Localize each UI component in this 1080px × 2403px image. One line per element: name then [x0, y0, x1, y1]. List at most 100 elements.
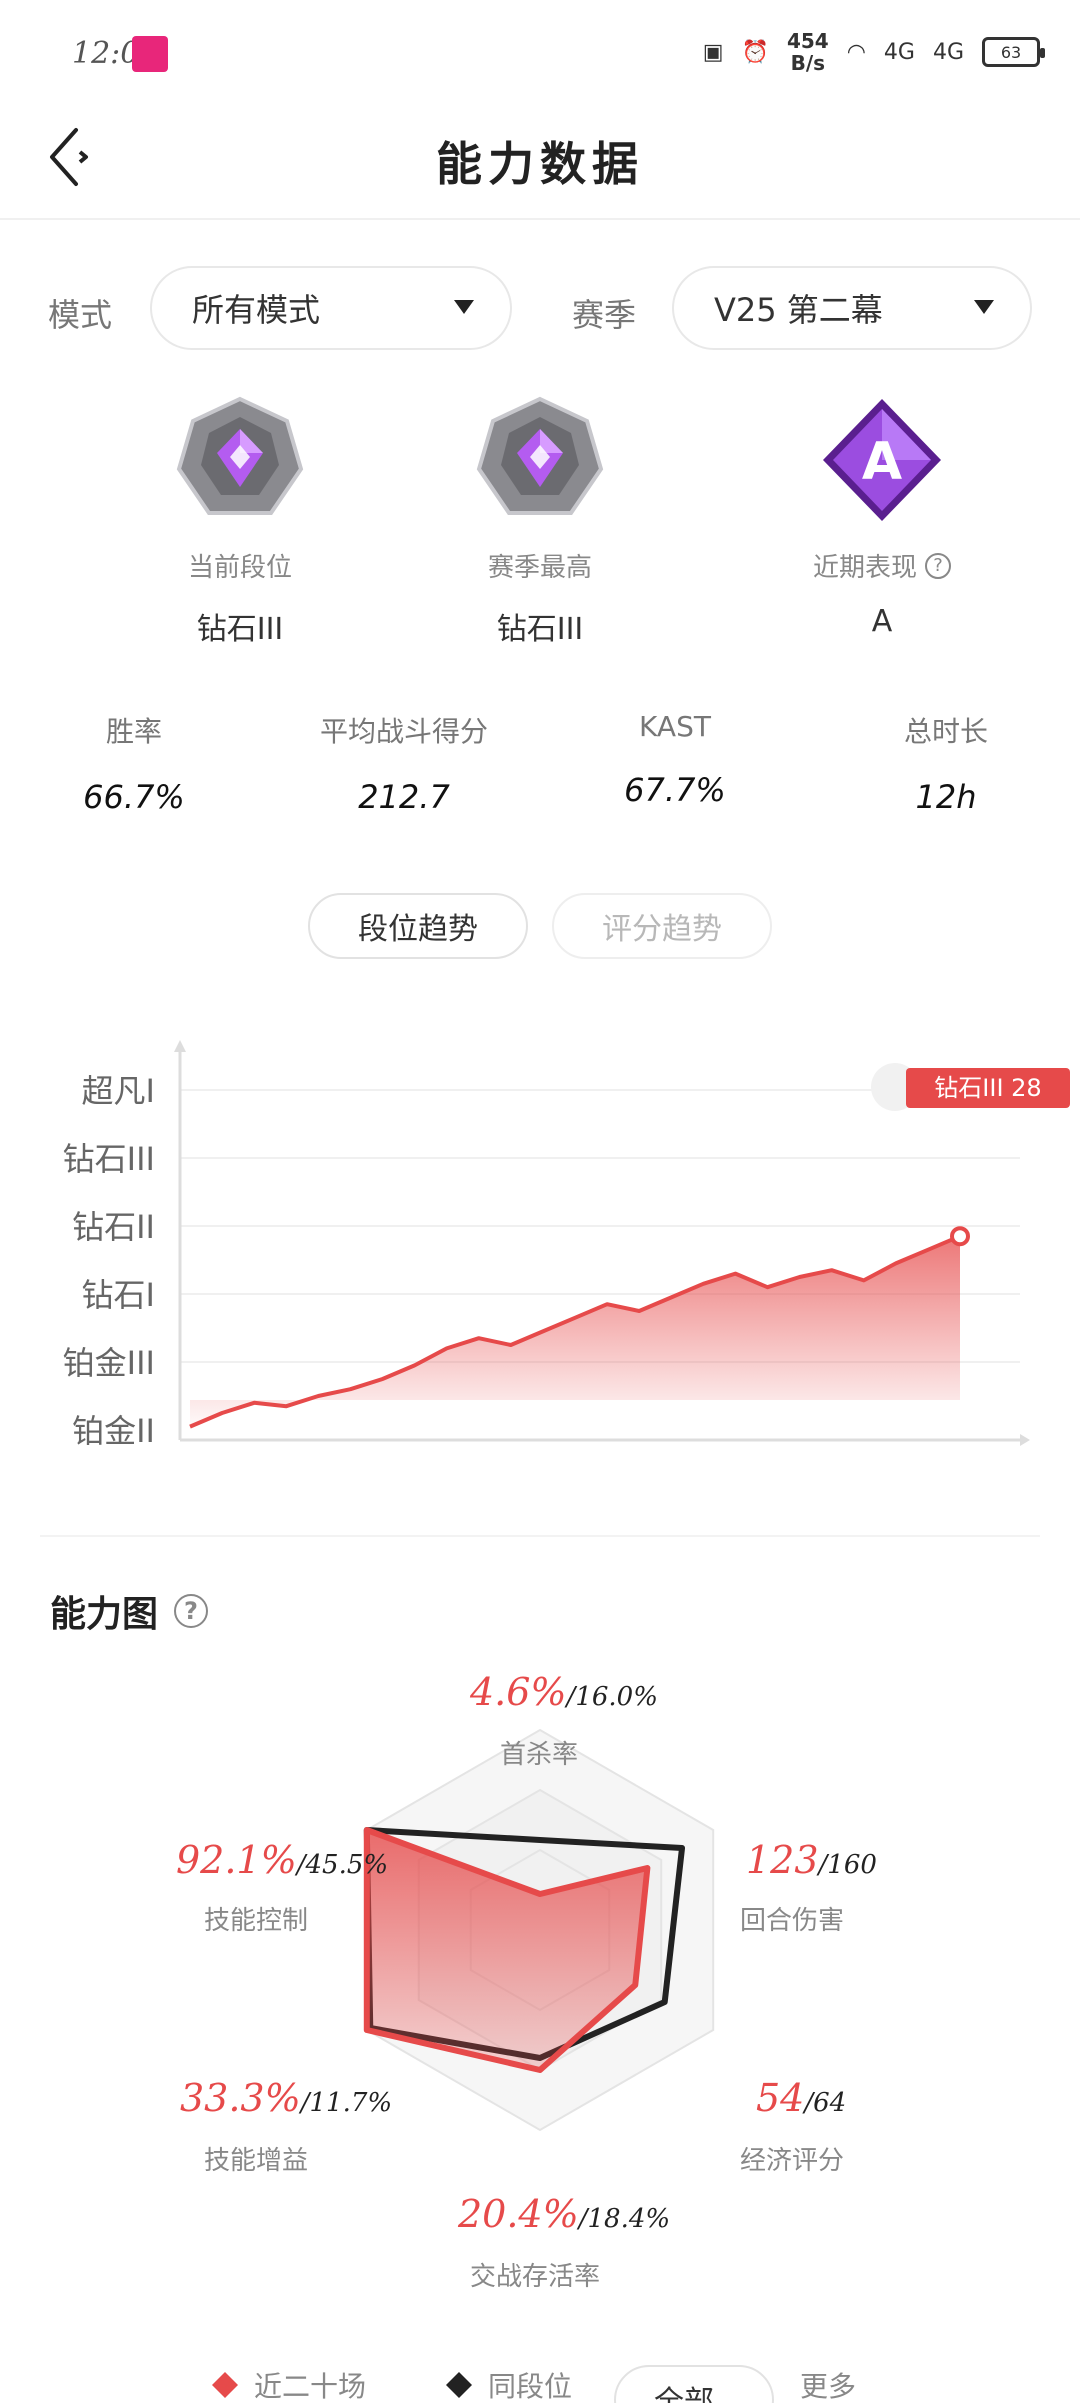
compare-dropdown-value: 全部 — [654, 2385, 714, 2403]
economy-mine: 54 — [756, 2076, 805, 2120]
recent-performance: A 近期表现 ? A — [732, 395, 1032, 639]
season-best-rank: 赛季最高 钻石III — [390, 395, 690, 648]
stat-total-time: 总时长 12h — [816, 710, 1076, 816]
survival-values: 20.4%/18.4% — [458, 2192, 671, 2236]
help-icon[interactable]: ? — [925, 552, 951, 579]
mode-value: 所有模式 — [192, 291, 321, 329]
y-tick-label: 钻石I — [82, 1276, 155, 1314]
y-tick-label: 钻石III — [63, 1140, 155, 1178]
performance-grade-icon: A — [823, 399, 941, 521]
grade-letter: A — [862, 432, 902, 492]
diamond-red-icon — [212, 2372, 238, 2398]
current-rank-label: 当前段位 — [187, 553, 292, 583]
stat-label: 胜率 — [105, 715, 162, 748]
economy-avg: 64 — [813, 2088, 847, 2118]
alarm-icon: ⏰ — [741, 39, 769, 65]
skill-buff-mine: 33.3% — [180, 2076, 301, 2120]
first-kill-name: 首杀率 — [500, 1740, 579, 1770]
season-label: 赛季 — [572, 296, 637, 334]
current-rank: 当前段位 钻石III — [90, 395, 390, 648]
wifi-icon: ◠ — [846, 39, 866, 65]
survival-name: 交战存活率 — [470, 2262, 601, 2292]
status-bar: 12:01 ▣ ⏰ 454 B/s ◠ 4G 4G 63 — [0, 0, 1080, 100]
page-header: 能力数据 — [0, 100, 1080, 220]
current-rank-tag: 钻石III 28 — [871, 1063, 1070, 1111]
survival-mine: 20.4% — [458, 2192, 579, 2236]
radar-legend: 近二十场 同段位 全部 更多 — [0, 2355, 1080, 2403]
diamond-black-icon — [446, 2372, 472, 2398]
skill-control-values: 92.1%/45.5% — [176, 1838, 389, 1882]
signal-2-icon: 4G — [932, 39, 964, 65]
battery-icon: 63 — [982, 37, 1045, 67]
stat-avg-combat-score: 平均战斗得分 212.7 — [274, 710, 534, 816]
legend-mine-label: 近二十场 — [254, 2370, 367, 2403]
recent-performance-label: 近期表现 ? — [813, 547, 951, 584]
economy-values: 54/64 — [756, 2076, 847, 2120]
round-damage-avg: 160 — [827, 1850, 877, 1880]
chevron-down-icon — [974, 300, 994, 314]
section-divider — [40, 1535, 1040, 1537]
skill-control-avg: 45.5% — [305, 1850, 389, 1880]
chevron-down-icon — [454, 300, 474, 314]
signal-1-icon: 4G — [883, 39, 915, 65]
skill-buff-name: 技能增益 — [204, 2146, 309, 2176]
skill-control-mine: 92.1% — [176, 1838, 297, 1882]
tab-rank-trend[interactable]: 段位趋势 — [308, 893, 528, 959]
legend-avg: 同段位 — [444, 2365, 572, 2403]
status-icons: ▣ ⏰ 454 B/s ◠ 4G 4G 63 — [702, 30, 1045, 74]
stat-value: 67.7% — [624, 771, 726, 809]
survival-avg: 18.4% — [587, 2204, 671, 2234]
legend-avg-label: 同段位 — [488, 2370, 573, 2403]
network-speed-value: 454 — [786, 29, 829, 53]
stat-value: 12h — [915, 778, 977, 816]
rank-trend-chart: 铂金II 铂金III 钻石I 钻石II 钻石III 超凡I 钻石III 28 — [63, 1040, 1070, 1450]
season-best-label: 赛季最高 — [487, 553, 592, 583]
diamond-rank-icon — [476, 396, 604, 515]
stat-label: 平均战斗得分 — [319, 715, 488, 748]
first-kill-avg: 16.0% — [575, 1682, 658, 1712]
battery-level: 63 — [1000, 42, 1022, 62]
round-damage-name: 回合伤害 — [740, 1906, 845, 1936]
skill-buff-values: 33.3%/11.7% — [180, 2076, 393, 2120]
recent-performance-label-text: 近期表现 — [812, 553, 917, 583]
economy-name: 经济评分 — [740, 2146, 845, 2176]
current-rank-tag-text: 钻石III 28 — [934, 1074, 1041, 1102]
legend-more-label: 更多 — [800, 2370, 857, 2403]
first-kill-mine: 4.6% — [470, 1670, 567, 1714]
diamond-rank-icon — [176, 396, 304, 515]
stat-kast: KAST 67.7% — [545, 710, 805, 809]
season-value: V25 第二幕 — [714, 291, 883, 329]
recent-performance-value: A — [871, 604, 893, 639]
stat-label: KAST — [639, 710, 711, 743]
stat-win-rate: 胜率 66.7% — [4, 710, 264, 816]
skill-control-name: 技能控制 — [204, 1906, 309, 1936]
stat-value: 212.7 — [358, 778, 450, 816]
season-dropdown[interactable]: V25 第二幕 — [672, 266, 1032, 350]
first-kill-values: 4.6%/16.0% — [470, 1670, 658, 1714]
network-speed: 454 B/s — [787, 30, 829, 74]
compare-dropdown[interactable]: 全部 — [614, 2365, 774, 2403]
legend-more[interactable]: 更多 — [800, 2365, 856, 2403]
ability-section-title: 能力图 ? — [50, 1585, 209, 1637]
round-damage-values: 123/160 — [746, 1838, 877, 1882]
y-tick-label: 超凡I — [82, 1072, 155, 1110]
stat-value: 66.7% — [83, 778, 185, 816]
mode-dropdown[interactable]: 所有模式 — [150, 266, 512, 350]
current-rank-value: 钻石III — [196, 612, 284, 647]
stat-label: 总时长 — [903, 715, 988, 748]
ability-title-text: 能力图 — [50, 1594, 159, 1635]
y-tick-label: 铂金II — [72, 1412, 155, 1450]
y-tick-label: 钻石II — [72, 1208, 155, 1246]
nfc-icon: ▣ — [702, 39, 724, 65]
tab-score-trend[interactable]: 评分趋势 — [552, 893, 772, 959]
page-title: 能力数据 — [436, 137, 644, 191]
help-icon[interactable]: ? — [174, 1594, 209, 1628]
y-tick-labels: 铂金II 铂金III 钻石I 钻石II 钻石III 超凡I — [63, 1072, 155, 1450]
mode-label: 模式 — [48, 296, 113, 334]
current-rank-point — [950, 1226, 970, 1247]
skill-buff-avg: 11.7% — [309, 2088, 393, 2118]
round-damage-mine: 123 — [746, 1838, 819, 1882]
y-tick-label: 铂金III — [63, 1344, 155, 1382]
app-notification-icon — [132, 36, 168, 72]
legend-mine: 近二十场 — [210, 2365, 366, 2403]
